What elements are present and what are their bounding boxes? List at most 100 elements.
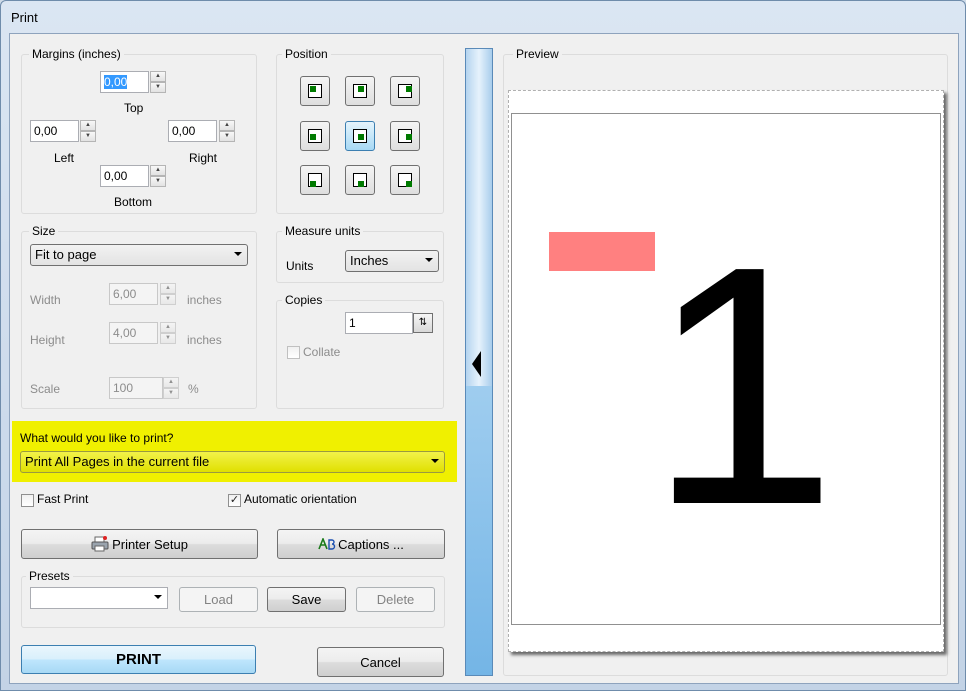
spin-up-icon[interactable]: ▲ bbox=[150, 165, 166, 176]
preview-title: Preview bbox=[513, 47, 562, 61]
width-spinner[interactable]: ▲ ▼ bbox=[160, 283, 176, 305]
units-dropdown[interactable]: Inches bbox=[345, 250, 439, 272]
align-middle-right-icon bbox=[398, 129, 412, 143]
spin-down-icon[interactable]: ▼ bbox=[160, 333, 176, 344]
align-top-left-icon bbox=[308, 84, 322, 98]
height-spinner[interactable]: ▲ ▼ bbox=[160, 322, 176, 344]
presets-dropdown[interactable] bbox=[30, 587, 168, 609]
align-bottom-right-icon bbox=[398, 173, 412, 187]
margin-top-label: Top bbox=[124, 101, 144, 115]
fast-print-label: Fast Print bbox=[37, 492, 89, 506]
position-button[interactable] bbox=[390, 76, 420, 106]
panel-splitter[interactable] bbox=[465, 48, 493, 676]
print-what-dropdown[interactable]: Print All Pages in the current file bbox=[20, 451, 445, 473]
margin-bottom-input[interactable]: 0,00 bbox=[100, 165, 149, 187]
copies-updown-icon[interactable]: ⇅ bbox=[413, 313, 433, 333]
chevron-down-icon bbox=[425, 258, 433, 262]
print-dialog-window: Print Margins (inches) 0,00 ▲ ▼ Top 0,00 … bbox=[0, 0, 966, 691]
spin-up-icon[interactable]: ▲ bbox=[219, 120, 235, 131]
chevron-down-icon bbox=[234, 252, 242, 256]
position-group-title: Position bbox=[282, 47, 331, 61]
spin-down-icon[interactable]: ▼ bbox=[150, 82, 166, 93]
spin-up-icon[interactable]: ▲ bbox=[160, 322, 176, 333]
width-unit-label: inches bbox=[187, 293, 222, 307]
collate-label: Collate bbox=[303, 345, 341, 359]
title-bar[interactable]: Print bbox=[1, 1, 965, 33]
cancel-button[interactable]: Cancel bbox=[317, 647, 444, 677]
chevron-down-icon bbox=[154, 595, 162, 599]
spin-up-icon[interactable]: ▲ bbox=[160, 283, 176, 294]
chevron-down-icon bbox=[431, 459, 439, 463]
printer-setup-label: Printer Setup bbox=[112, 536, 188, 552]
units-label: Units bbox=[286, 259, 314, 273]
copies-title: Copies bbox=[282, 293, 326, 307]
height-input[interactable]: 4,00 bbox=[109, 322, 158, 344]
copies-input[interactable]: 1 bbox=[345, 312, 413, 334]
margin-right-spinner[interactable]: ▲ ▼ bbox=[219, 120, 235, 142]
margin-left-input[interactable]: 0,00 bbox=[30, 120, 79, 142]
align-middle-left-icon bbox=[308, 129, 322, 143]
preset-delete-button[interactable]: Delete bbox=[356, 587, 435, 612]
position-button[interactable] bbox=[390, 165, 420, 195]
width-label: Width bbox=[30, 293, 61, 307]
margin-top-input[interactable]: 0,00 bbox=[100, 71, 149, 93]
captions-icon bbox=[318, 538, 336, 550]
splitter-lower-band bbox=[466, 386, 492, 675]
margin-right-input[interactable]: 0,00 bbox=[168, 120, 217, 142]
margin-top-spinner[interactable]: ▲ ▼ bbox=[150, 71, 166, 93]
align-top-center-icon bbox=[353, 84, 367, 98]
spin-up-icon[interactable]: ▲ bbox=[163, 377, 179, 388]
preset-save-button[interactable]: Save bbox=[267, 587, 346, 612]
collate-checkbox[interactable] bbox=[287, 346, 300, 359]
margin-right-label: Right bbox=[189, 151, 218, 165]
spin-down-icon[interactable]: ▼ bbox=[163, 388, 179, 399]
align-bottom-center-icon bbox=[353, 173, 367, 187]
collapse-arrow-icon[interactable] bbox=[472, 351, 481, 377]
auto-orientation-checkbox[interactable]: ✓ bbox=[228, 494, 241, 507]
check-mark-icon: ✓ bbox=[229, 494, 240, 506]
print-what-question: What would you like to print? bbox=[20, 431, 174, 445]
spin-up-icon[interactable]: ▲ bbox=[150, 71, 166, 82]
spin-down-icon[interactable]: ▼ bbox=[80, 131, 96, 142]
preset-load-button[interactable]: Load bbox=[179, 587, 258, 612]
print-button[interactable]: PRINT bbox=[21, 645, 256, 674]
margins-group-title: Margins (inches) bbox=[29, 47, 124, 61]
scale-spinner[interactable]: ▲ ▼ bbox=[163, 377, 179, 399]
scale-unit-label: % bbox=[188, 382, 199, 396]
align-center-icon bbox=[353, 129, 367, 143]
margin-left-label: Left bbox=[54, 151, 75, 165]
preview-page-number: 1 bbox=[648, 196, 838, 576]
height-label: Height bbox=[30, 333, 65, 347]
align-bottom-left-icon bbox=[308, 173, 322, 187]
printer-icon bbox=[91, 536, 109, 552]
margin-bottom-spinner[interactable]: ▲ ▼ bbox=[150, 165, 166, 187]
preview-shape-rectangle bbox=[549, 232, 655, 271]
position-button[interactable] bbox=[390, 121, 420, 151]
size-mode-value: Fit to page bbox=[35, 247, 97, 262]
presets-title: Presets bbox=[26, 569, 73, 583]
align-top-right-icon bbox=[398, 84, 412, 98]
position-button[interactable] bbox=[300, 165, 330, 195]
position-button[interactable] bbox=[345, 76, 375, 106]
margin-bottom-label: Bottom bbox=[114, 195, 153, 209]
size-group-title: Size bbox=[29, 224, 59, 238]
auto-orientation-label: Automatic orientation bbox=[244, 492, 357, 506]
margin-left-spinner[interactable]: ▲ ▼ bbox=[80, 120, 96, 142]
captions-button[interactable]: Captions ... bbox=[277, 529, 445, 559]
position-button[interactable] bbox=[345, 165, 375, 195]
spin-down-icon[interactable]: ▼ bbox=[150, 176, 166, 187]
print-what-value: Print All Pages in the current file bbox=[25, 454, 210, 469]
width-input[interactable]: 6,00 bbox=[109, 283, 158, 305]
height-unit-label: inches bbox=[187, 333, 222, 347]
spin-down-icon[interactable]: ▼ bbox=[219, 131, 235, 142]
position-button[interactable] bbox=[345, 121, 375, 151]
printer-setup-button[interactable]: Printer Setup bbox=[21, 529, 258, 559]
scale-input[interactable]: 100 bbox=[109, 377, 163, 399]
spin-down-icon[interactable]: ▼ bbox=[160, 294, 176, 305]
window-title: Print bbox=[11, 10, 38, 25]
fast-print-checkbox[interactable] bbox=[21, 494, 34, 507]
position-button[interactable] bbox=[300, 76, 330, 106]
size-mode-dropdown[interactable]: Fit to page bbox=[30, 244, 248, 266]
spin-up-icon[interactable]: ▲ bbox=[80, 120, 96, 131]
position-button[interactable] bbox=[300, 121, 330, 151]
